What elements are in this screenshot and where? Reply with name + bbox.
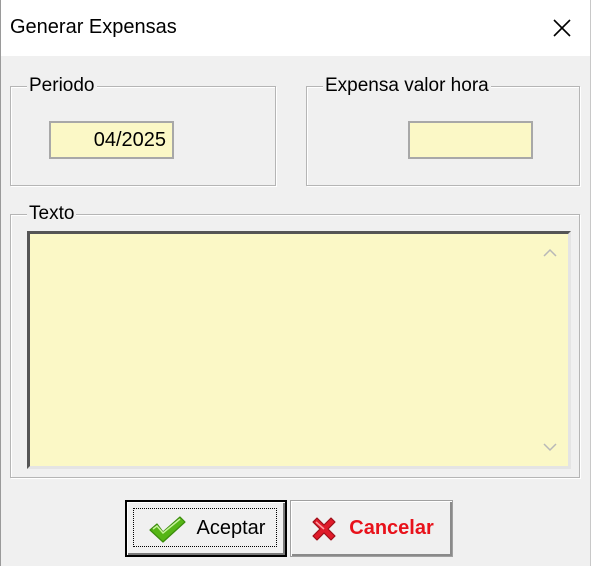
close-button[interactable] bbox=[540, 6, 584, 50]
texto-memo[interactable] bbox=[27, 231, 571, 469]
cancel-button[interactable]: Cancelar bbox=[290, 500, 453, 557]
texto-group: Texto bbox=[10, 203, 580, 478]
cancel-button-label: Cancelar bbox=[349, 517, 434, 539]
chevron-down-icon bbox=[543, 443, 557, 452]
scroll-up-button[interactable] bbox=[532, 238, 568, 268]
chevron-up-icon bbox=[543, 248, 557, 257]
texto-label: Texto bbox=[27, 203, 77, 225]
expensa-valor-hora-group: Expensa valor hora bbox=[306, 75, 580, 186]
title-bar: Generar Expensas bbox=[1, 0, 590, 56]
close-icon bbox=[553, 19, 571, 37]
x-cross-icon bbox=[312, 516, 336, 541]
scroll-down-button[interactable] bbox=[532, 432, 568, 462]
expensa-valor-hora-label: Expensa valor hora bbox=[323, 75, 491, 97]
focus-rectangle bbox=[133, 508, 277, 547]
texto-scrollbar[interactable] bbox=[532, 234, 568, 466]
periodo-label: Periodo bbox=[27, 75, 97, 97]
accept-button[interactable]: Aceptar bbox=[125, 500, 287, 557]
generar-expensas-dialog: Generar Expensas Periodo 04/2025 Expensa… bbox=[0, 0, 591, 566]
expensa-valor-hora-field[interactable] bbox=[408, 121, 533, 159]
periodo-group: Periodo 04/2025 bbox=[10, 75, 276, 186]
periodo-field[interactable]: 04/2025 bbox=[49, 121, 174, 159]
dialog-title: Generar Expensas bbox=[10, 16, 177, 38]
